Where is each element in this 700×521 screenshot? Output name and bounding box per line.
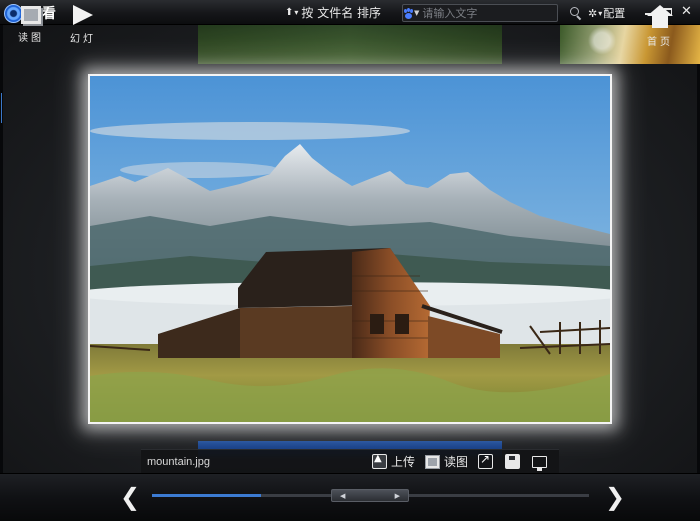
sort-by-filename-button[interactable]: ⬆ ▾ 按 文件名 排序: [285, 4, 381, 21]
main-photo: [90, 76, 610, 422]
config-label: 配置: [603, 7, 626, 20]
chevron-down-icon: ▾: [294, 8, 299, 17]
read-image-tool-label: 读图: [18, 33, 44, 44]
slideshow-button[interactable]: 幻灯: [70, 5, 96, 45]
read-image-button[interactable]: 读图: [424, 453, 468, 470]
close-button[interactable]: ✕: [679, 4, 694, 19]
corner-photo-thumbnail[interactable]: [560, 25, 700, 64]
close-icon: ✕: [681, 4, 692, 19]
file-name: mountain.jpg: [147, 455, 210, 468]
previous-button[interactable]: ❮: [120, 483, 140, 511]
read-image-label: 读图: [443, 455, 468, 469]
read-image-tool-button[interactable]: 读图: [18, 6, 44, 44]
upload-icon: [371, 453, 387, 469]
home-label: 首页: [647, 37, 673, 48]
sort-label: 按 文件名 排序: [301, 6, 382, 20]
chevron-down-icon: ▾: [598, 8, 603, 18]
save-icon[interactable]: [505, 454, 520, 469]
up-arrow-icon: ⬆: [285, 7, 294, 18]
previous-photo-thumbnail[interactable]: [198, 25, 502, 64]
screen-icon[interactable]: [532, 455, 547, 471]
scroll-left-icon: ◀: [340, 491, 346, 500]
search-input[interactable]: [422, 6, 568, 20]
read-image-icon: [424, 454, 440, 469]
next-button[interactable]: ❯: [605, 483, 625, 511]
main-photo-frame[interactable]: [88, 74, 612, 424]
thumbnail-scroll-thumb[interactable]: ◀ ▶: [331, 489, 409, 502]
open-external-icon[interactable]: [478, 452, 493, 469]
slideshow-label: 幻灯: [70, 34, 96, 45]
config-button[interactable]: ✲ ▾ 配置: [588, 5, 625, 21]
home-icon: [647, 5, 673, 29]
paw-icon: [403, 7, 414, 19]
thumbnail-scroll-progress: [152, 494, 262, 497]
read-image-icon: [21, 6, 41, 24]
search-box: ▼: [402, 4, 580, 22]
search-engine-selector[interactable]: [403, 5, 414, 21]
play-icon: [73, 5, 93, 25]
title-bar: 3D看 ⬆ ▾ 按 文件名 排序 ▼ ✲ ▾ 配置 ✕: [0, 0, 700, 25]
gear-icon: ✲: [588, 6, 598, 20]
file-info-bar: mountain.jpg 上传 读图: [141, 449, 559, 473]
upload-button[interactable]: 上传: [371, 453, 415, 470]
upload-label: 上传: [390, 455, 415, 469]
left-edge: [0, 25, 3, 473]
scroll-right-icon: ▶: [394, 491, 400, 500]
home-button[interactable]: 首页: [647, 5, 673, 48]
chevron-down-icon[interactable]: ▼: [414, 9, 419, 17]
